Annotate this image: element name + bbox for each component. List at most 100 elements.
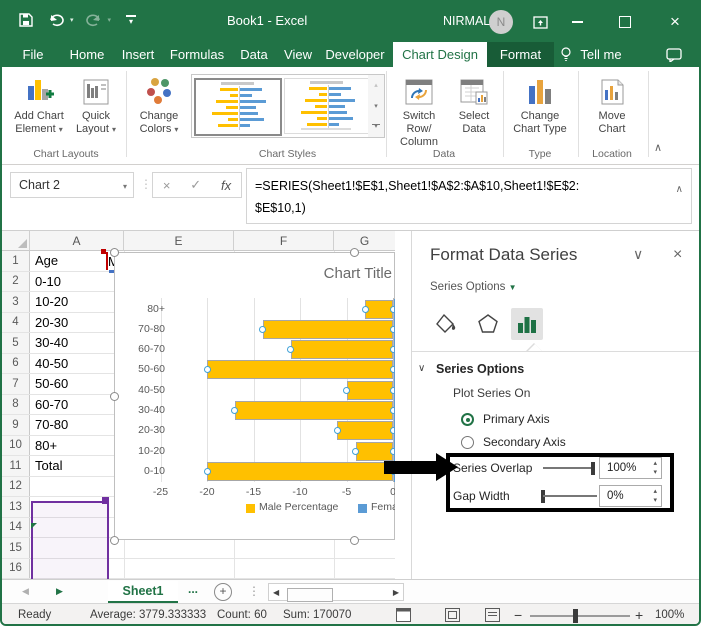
tab-format[interactable]: Format <box>487 42 554 67</box>
formula-bar-handle[interactable]: ⋮ <box>140 177 152 191</box>
chart-object[interactable]: Chart Title -25-20-15-10-5080+70-8060-70… <box>114 252 395 540</box>
switch-row-column-button[interactable]: Switch Row/ Column <box>389 72 449 149</box>
cell-a10[interactable]: 80+ <box>30 436 124 456</box>
tab-developer[interactable]: Developer <box>322 42 388 67</box>
cell-a6[interactable]: 40-50 <box>30 354 124 374</box>
row-number[interactable]: 8 <box>2 395 30 415</box>
row-number[interactable]: 11 <box>2 456 30 476</box>
expand-formula-bar-icon[interactable]: ∧ <box>676 179 683 201</box>
range-handle[interactable] <box>102 497 109 504</box>
chart-style-1[interactable] <box>194 78 282 136</box>
tab-view[interactable]: View <box>278 42 318 67</box>
column-header-f[interactable]: F <box>234 231 334 251</box>
legend-label-female[interactable]: Fema <box>371 501 395 513</box>
chart-resize-handle[interactable] <box>110 536 119 545</box>
series-options-tab[interactable] <box>511 308 543 340</box>
row-number[interactable]: 6 <box>2 354 30 374</box>
chart-title[interactable]: Chart Title <box>324 265 392 282</box>
bar-male-60-70[interactable] <box>291 340 393 359</box>
bar-male-40-50[interactable] <box>347 381 394 400</box>
tell-me-label[interactable]: Tell me <box>577 42 625 67</box>
row-number[interactable]: 2 <box>2 272 30 292</box>
bar-male-30-40[interactable] <box>235 401 393 420</box>
undo-caret-icon[interactable]: ▾ <box>70 16 74 24</box>
sheet-nav-left-icon[interactable]: ◀ <box>22 586 29 597</box>
secondary-axis-radio[interactable] <box>461 436 474 449</box>
tell-me-lightbulb-icon[interactable] <box>558 42 574 67</box>
hscroll-left-icon[interactable]: ◀ <box>273 588 279 597</box>
zoom-level[interactable]: 100% <box>655 609 684 621</box>
cell-a7[interactable]: 50-60 <box>30 374 124 394</box>
row-number[interactable]: 5 <box>2 333 30 353</box>
cell-a12[interactable] <box>30 477 124 497</box>
save-icon[interactable] <box>16 10 36 30</box>
cell-a4[interactable]: 20-30 <box>30 313 124 333</box>
name-box[interactable]: Chart 2 ▾ <box>10 172 134 198</box>
move-chart-button[interactable]: Move Chart <box>584 72 640 136</box>
chart-resize-handle[interactable] <box>350 536 359 545</box>
formula-input[interactable]: =SERIES(Sheet1!$E$1,Sheet1!$A$2:$A$10,Sh… <box>246 168 692 224</box>
tab-file[interactable]: File <box>14 42 52 67</box>
change-colors-button[interactable]: Change Colors ▾ <box>130 72 188 136</box>
page-break-view-icon[interactable] <box>485 608 500 622</box>
collapse-ribbon-icon[interactable]: ∧ <box>654 141 662 154</box>
page-layout-view-icon[interactable] <box>445 608 460 622</box>
column-header-g[interactable]: G <box>334 231 395 251</box>
undo-icon[interactable] <box>46 10 66 30</box>
zoom-slider-thumb[interactable] <box>573 609 578 623</box>
hscroll-right-icon[interactable]: ▶ <box>393 588 399 597</box>
pane-close-icon[interactable]: × <box>673 246 682 264</box>
ribbon-display-options-icon[interactable] <box>525 10 555 34</box>
close-button[interactable]: × <box>660 10 690 34</box>
section-chevron-icon[interactable]: ∨ <box>418 363 425 374</box>
column-header-a[interactable]: A <box>30 231 124 251</box>
tab-insert[interactable]: Insert <box>116 42 160 67</box>
column-header-e[interactable]: E <box>124 231 234 251</box>
horizontal-scrollbar[interactable]: ◀ ▶ <box>268 583 404 601</box>
cell-a9[interactable]: 70-80 <box>30 415 124 435</box>
effects-tab[interactable] <box>472 308 504 340</box>
row-number[interactable]: 4 <box>2 313 30 333</box>
row-number[interactable]: 15 <box>2 538 30 558</box>
cancel-icon[interactable]: × <box>163 178 171 193</box>
status-count[interactable]: Count: 60 <box>217 609 267 621</box>
cell-a11[interactable]: Total <box>30 456 124 476</box>
horizontal-scrollbar-thumb[interactable] <box>287 588 333 602</box>
new-sheet-icon[interactable]: + <box>214 583 232 601</box>
gallery-up-icon[interactable]: ▴ <box>368 75 384 96</box>
user-name[interactable]: NIRMAL <box>443 14 490 28</box>
zoom-slider[interactable] <box>530 615 630 617</box>
row-number[interactable]: 1 <box>2 251 30 271</box>
bar-male-20-30[interactable] <box>337 421 393 440</box>
sheet-nav-right-icon[interactable]: ▶ <box>56 586 63 597</box>
change-chart-type-button[interactable]: Change Chart Type <box>508 72 572 136</box>
comments-icon[interactable] <box>662 42 686 67</box>
row-number[interactable]: 16 <box>2 559 30 579</box>
status-sum[interactable]: Sum: 170070 <box>283 609 351 621</box>
zoom-in-icon[interactable]: + <box>635 607 643 623</box>
bar-male-50-60[interactable] <box>207 360 393 379</box>
chart-resize-handle[interactable] <box>350 248 359 257</box>
chart-resize-handle[interactable] <box>110 392 119 401</box>
bar-male-0-10[interactable] <box>207 462 393 481</box>
enter-icon[interactable]: ✓ <box>190 177 201 193</box>
row-number[interactable]: 3 <box>2 292 30 312</box>
customize-quick-access-icon[interactable]: ▾ <box>121 10 141 30</box>
row-number[interactable]: 10 <box>2 436 30 456</box>
primary-axis-radio[interactable] <box>461 413 474 426</box>
select-all-corner[interactable] <box>2 231 30 251</box>
cell-a3[interactable]: 10-20 <box>30 292 124 312</box>
more-sheets-button[interactable]: ... <box>188 582 198 596</box>
row-number[interactable]: 12 <box>2 477 30 497</box>
avatar[interactable]: N <box>489 10 513 34</box>
bar-male-80+[interactable] <box>365 300 393 319</box>
row-number[interactable]: 14 <box>2 518 30 538</box>
chart-resize-handle[interactable] <box>110 248 119 257</box>
add-chart-element-button[interactable]: Add Chart Element ▾ <box>10 72 68 136</box>
cell-a5[interactable]: 30-40 <box>30 333 124 353</box>
pane-chevron-icon[interactable]: ∨ <box>633 246 643 263</box>
normal-view-icon[interactable] <box>396 608 411 622</box>
tab-chart-design[interactable]: Chart Design <box>393 42 487 67</box>
zoom-out-icon[interactable]: − <box>514 607 522 623</box>
secondary-axis-label[interactable]: Secondary Axis <box>483 435 566 449</box>
